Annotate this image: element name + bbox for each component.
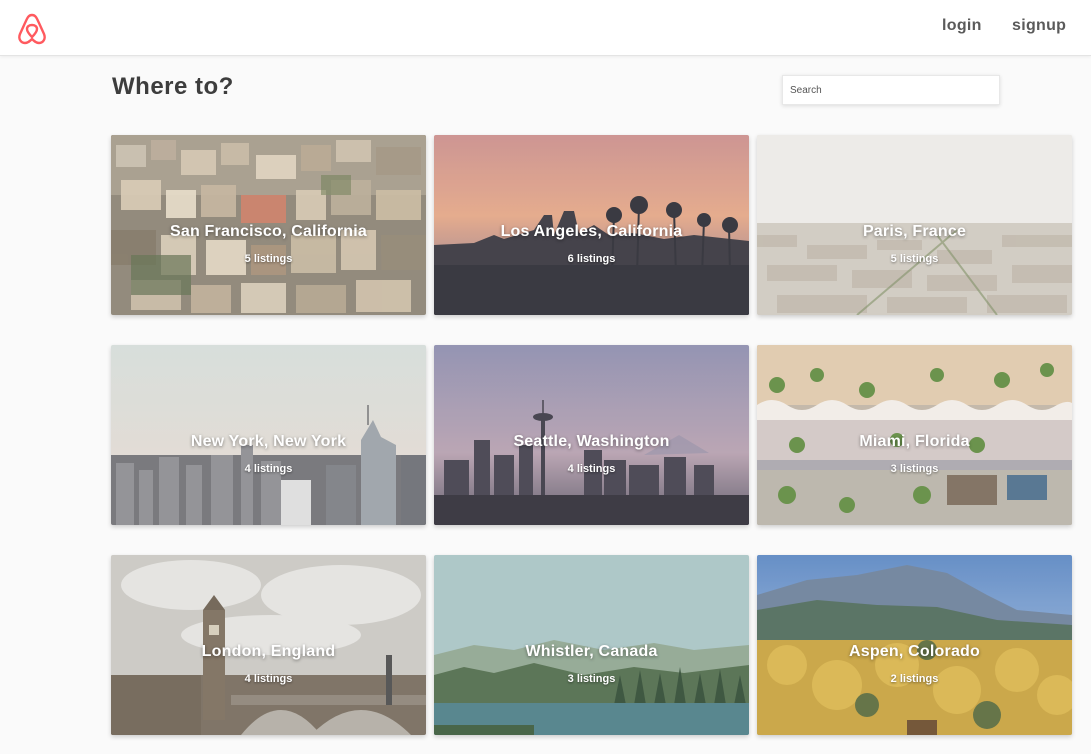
listing-count: 2 listings <box>890 673 939 685</box>
destination-name: Whistler, Canada <box>525 643 658 660</box>
listing-count: 4 listings <box>244 463 293 475</box>
destination-card-london[interactable]: London, England 4 listings <box>111 555 426 735</box>
listing-count: 5 listings <box>244 253 293 265</box>
page-title: Where to? <box>112 73 234 100</box>
destination-name: London, England <box>201 643 336 660</box>
destination-card-los-angeles[interactable]: Los Angeles, California 6 listings <box>434 135 749 315</box>
listing-count: 4 listings <box>567 463 616 475</box>
destination-name: Seattle, Washington <box>513 433 670 450</box>
destination-card-seattle[interactable]: Seattle, Washington 4 listings <box>434 345 749 525</box>
destination-card-aspen[interactable]: Aspen, Colorado 2 listings <box>757 555 1072 735</box>
listing-count: 3 listings <box>890 463 939 475</box>
destination-name: Aspen, Colorado <box>848 643 980 660</box>
login-link[interactable]: login <box>942 17 982 35</box>
destination-name: Paris, France <box>862 223 967 240</box>
signup-link[interactable]: signup <box>1012 17 1066 35</box>
destination-name: New York, New York <box>190 433 347 450</box>
listing-count: 3 listings <box>567 673 616 685</box>
listing-count: 6 listings <box>567 253 616 265</box>
destination-card-san-francisco[interactable]: San Francisco, California 5 listings <box>111 135 426 315</box>
destination-name: Miami, Florida <box>859 433 970 450</box>
destination-card-whistler[interactable]: Whistler, Canada 3 listings <box>434 555 749 735</box>
listing-count: 4 listings <box>244 673 293 685</box>
destination-name: Los Angeles, California <box>500 223 683 240</box>
destination-card-paris[interactable]: Paris, France 5 listings <box>757 135 1072 315</box>
top-navbar: login signup <box>0 0 1091 56</box>
destination-name: San Francisco, California <box>169 223 368 240</box>
listing-count: 5 listings <box>890 253 939 265</box>
airbnb-logo-icon[interactable] <box>16 12 48 46</box>
destination-card-new-york[interactable]: New York, New York 4 listings <box>111 345 426 525</box>
destination-card-miami[interactable]: Miami, Florida 3 listings <box>757 345 1072 525</box>
search-input[interactable] <box>782 75 1000 105</box>
